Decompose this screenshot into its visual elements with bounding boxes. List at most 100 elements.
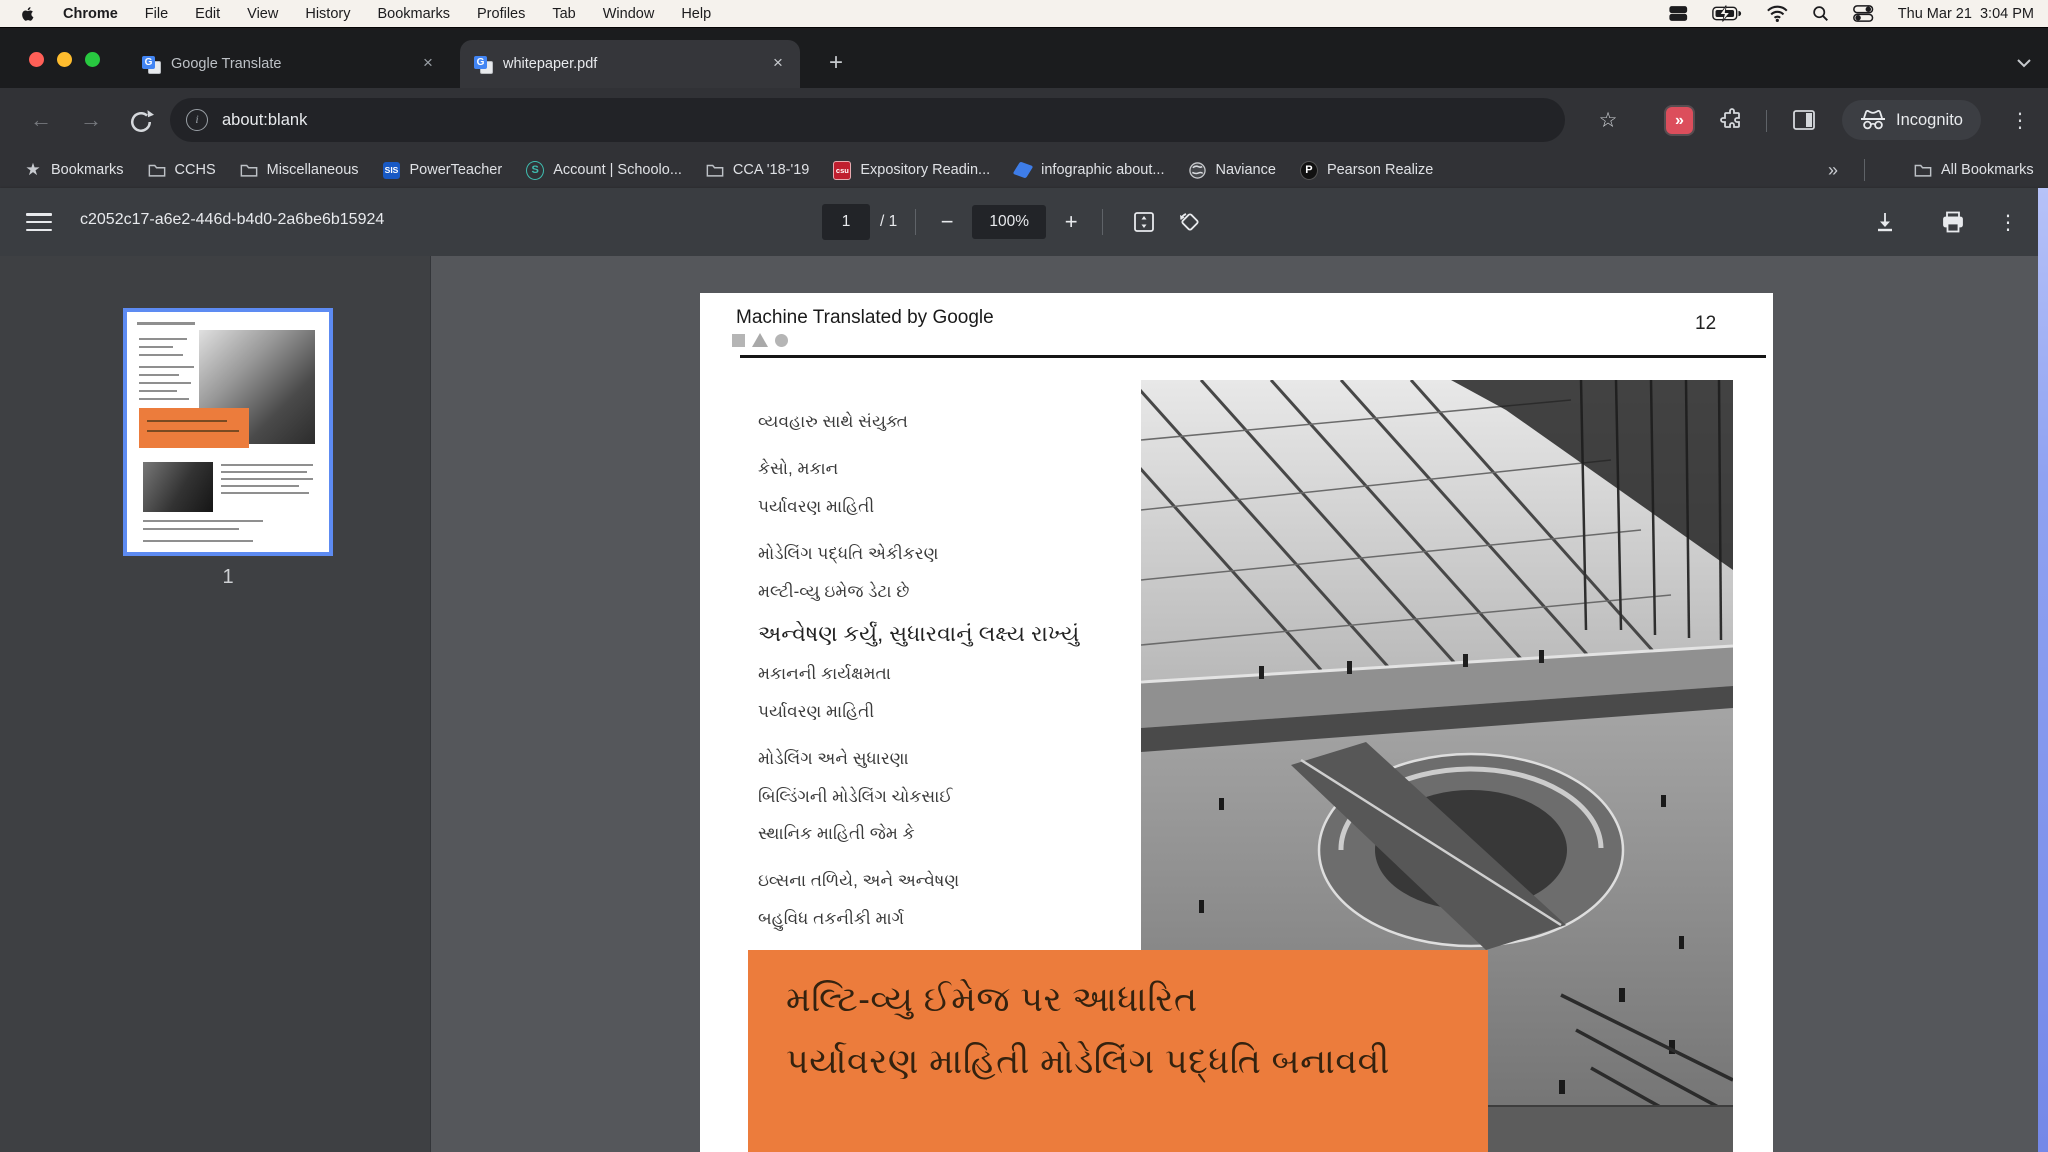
menu-profiles[interactable]: Profiles [477,6,525,22]
tab-search-chevron-icon[interactable] [2016,58,2032,68]
bookmark-folder-cchs[interactable]: CCHS [148,161,216,179]
bookmark-label: infographic about... [1041,162,1164,178]
menu-bookmarks[interactable]: Bookmarks [377,6,450,22]
bookmark-label: Naviance [1215,162,1275,178]
print-button[interactable] [1938,207,1968,237]
printed-page-number: 12 [1695,313,1716,335]
tab-strip: G Google Translate × G whitepaper.pdf × … [0,27,2048,89]
thumbnail-person-photo [143,462,213,512]
csu-favicon: csu [833,161,851,180]
shapes-logo [732,333,788,347]
bookmark-label: CCHS [175,162,216,178]
browser-toolbar: ← → i about:blank ☆ » Incognito ⋮ [0,88,2048,152]
zoom-in-button[interactable]: + [1058,209,1084,235]
adblock-extension-icon[interactable]: » [1666,107,1693,134]
text-line: ઇવ્સના તળિયે, અને અન્વેષણ [758,871,1178,891]
wifi-icon[interactable] [1766,5,1789,22]
orange-title-box: મલ્ટિ-વ્યુ ઈમેજ પર આધારિત પર્યાવરણ માહિત… [748,950,1488,1152]
page-count-label: / 1 [880,213,897,231]
menu-chrome[interactable]: Chrome [63,6,118,22]
tab-close-icon[interactable]: × [416,52,440,76]
bookmarks-overflow-chevron[interactable]: » [1828,152,1838,188]
orange-title-line2: પર્યાવરણ માહિતી મોડેલિંગ પદ્ધતિ બનાવવી [786,1042,1390,1082]
globe-favicon [1189,162,1206,179]
page-thumbnail[interactable] [127,312,329,552]
battery-charging-icon[interactable] [1712,5,1742,22]
pdf-toolbar-separator [915,209,916,235]
rotate-button[interactable] [1175,207,1205,237]
folder-icon [240,162,258,178]
bookmark-item-pearson-realize[interactable]: P Pearson Realize [1300,161,1433,179]
new-tab-button[interactable]: + [822,50,850,78]
bookmark-folder-miscellaneous[interactable]: Miscellaneous [240,161,359,179]
bookmark-label: Bookmarks [51,162,124,178]
menu-help[interactable]: Help [681,6,711,22]
folder-icon [1914,162,1932,178]
site-info-icon[interactable]: i [186,109,208,131]
bookmark-item-schoology-account[interactable]: S Account | Schoolo... [526,161,682,179]
menu-history[interactable]: History [305,6,350,22]
pdf-page: Machine Translated by Google 12 [700,293,1773,1152]
tab-label: Google Translate [171,56,416,72]
sis-favicon: SIS [383,162,400,179]
browser-menu-kebab-icon[interactable]: ⋮ [2004,104,2036,136]
bookmark-item-bookmarks[interactable]: ★ Bookmarks [24,161,124,179]
thumbnail-panel: 1 [0,256,431,1152]
reload-button[interactable] [126,107,156,137]
download-button[interactable] [1870,207,1900,237]
address-bar[interactable]: i about:blank [170,98,1565,142]
bookmark-item-expository-reading[interactable]: csu Expository Readin... [833,161,990,179]
pearson-favicon: P [1300,161,1318,180]
bookmark-item-naviance[interactable]: Naviance [1188,161,1275,179]
bookmark-label: PowerTeacher [410,162,503,178]
scrollbar[interactable] [2038,188,2048,1152]
back-button[interactable]: ← [26,105,56,135]
macos-menu-bar: Chrome File Edit View History Bookmarks … [0,0,2048,27]
spotlight-search-icon[interactable] [1812,5,1829,22]
bookmark-label: Account | Schoolo... [553,162,682,178]
body-text-column: વ્યવહારુ સાથે સંયુક્ત કેસો, મકાન પર્યાવર… [758,395,1178,976]
header-rule [740,355,1766,358]
window-minimize-button[interactable] [57,52,72,67]
url-text: about:blank [222,111,307,130]
text-line: વ્યવહારુ સાથે સંયુક્ત [758,412,1178,432]
forward-button[interactable]: → [76,105,106,135]
menu-file[interactable]: File [145,6,168,22]
bookmark-item-infographic[interactable]: infographic about... [1014,161,1164,179]
control-center-icon[interactable] [1853,5,1873,22]
window-zoom-button[interactable] [85,52,100,67]
thumbnail-orange-box [139,408,249,448]
menu-view[interactable]: View [247,6,278,22]
tab-label: whitepaper.pdf [503,56,766,72]
bookmark-folder-cca-18-19[interactable]: CCA '18-'19 [706,161,809,179]
bookmark-star-icon[interactable]: ☆ [1592,104,1624,136]
tab-google-translate[interactable]: G Google Translate × [128,40,450,88]
text-line: મકાનની કાર્યક્ષમતા [758,664,1178,684]
bookmark-item-powerteacher[interactable]: SIS PowerTeacher [383,161,503,179]
zoom-level-value[interactable]: 100% [972,205,1046,239]
all-bookmarks-folder[interactable]: All Bookmarks [1914,152,2034,188]
extensions-puzzle-icon[interactable] [1716,104,1748,136]
side-panel-icon[interactable] [1788,104,1820,136]
apple-menu[interactable] [20,6,36,22]
fit-to-page-button[interactable] [1129,207,1159,237]
pdf-more-options-kebab-icon[interactable]: ⋮ [1998,210,2018,235]
zoom-out-button[interactable]: − [934,209,960,235]
tab-whitepaper-pdf[interactable]: G whitepaper.pdf × [460,40,800,88]
bookmarks-bar: ★ Bookmarks CCHS Miscellaneous SIS Power… [0,152,2048,188]
bookmark-label: All Bookmarks [1941,162,2034,178]
menu-tab[interactable]: Tab [552,6,575,22]
window-close-button[interactable] [29,52,44,67]
menu-edit[interactable]: Edit [195,6,220,22]
menu-window[interactable]: Window [603,6,655,22]
pdf-menu-hamburger-icon[interactable] [26,209,52,235]
tab-close-icon[interactable]: × [766,52,790,76]
text-line: કેસો, મકાન [758,459,1178,479]
bookmark-label: CCA '18-'19 [733,162,809,178]
screen-mirroring-icon[interactable] [1669,5,1688,22]
pdf-toolbar: c2052c17-a6e2-446d-b4d0-2a6be6b15924 / 1… [0,188,2048,256]
page-number-input[interactable] [822,204,870,240]
text-line: મોડેલિંગ પદ્ધતિ એકીકરણ [758,544,1178,564]
menu-bar-clock[interactable]: Thu Mar 21 3:04 PM [1898,6,2034,22]
text-line: બહુવિધ તકનીકી માર્ગ [758,909,1178,929]
